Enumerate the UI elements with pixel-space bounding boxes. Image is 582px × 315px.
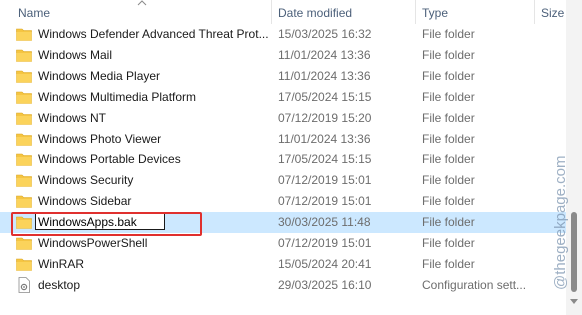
file-name: Windows NT (38, 110, 107, 125)
file-name: Windows Multimedia Platform (38, 89, 197, 104)
file-name: Windows Sidebar (38, 194, 132, 209)
file-row[interactable]: Windows Defender Advanced Threat Prot...… (0, 24, 566, 45)
file-date-modified: 11/01/2024 13:36 (278, 131, 371, 146)
file-row[interactable]: WindowsPowerShell 07/12/2019 15:01 File fo… (0, 233, 566, 254)
file-type: File folder (422, 47, 475, 62)
file-type: File folder (422, 89, 475, 104)
column-header-type[interactable]: Type (422, 6, 448, 20)
file-row[interactable]: Windows Multimedia Platform 17/05/2024 15… (0, 87, 566, 108)
file-date-modified: 11/01/2024 13:36 (278, 68, 371, 83)
file-type: File folder (422, 110, 475, 125)
file-date-modified: 15/05/2024 20:41 (278, 256, 372, 271)
file-name: WinRAR (38, 256, 85, 271)
file-name: Windows Media Player (38, 68, 161, 83)
folder-icon (16, 91, 32, 104)
folder-icon (16, 237, 32, 250)
watermark-text: @thegeekpage.com (552, 156, 569, 290)
sort-ascending-icon (137, 0, 147, 6)
file-row[interactable]: Windows Mail 11/01/2024 13:36 File folder (0, 45, 566, 66)
column-divider[interactable] (271, 0, 272, 24)
file-type: File folder (422, 236, 475, 250)
file-type: File folder (422, 68, 475, 83)
file-row[interactable]: Windows Portable Devices 17/05/2024 15:15… (0, 149, 566, 170)
file-date-modified: 17/05/2024 15:15 (278, 89, 372, 104)
folder-icon (16, 195, 32, 208)
file-type: File folder (422, 256, 475, 271)
scrollbar-thumb[interactable] (571, 212, 577, 292)
file-date-modified: 07/12/2019 15:20 (278, 110, 372, 125)
file-type: Configuration sett... (422, 277, 527, 292)
file-row[interactable]: Windows NT 07/12/2019 15:20 File folder (0, 108, 566, 129)
file-date-modified: 07/12/2019 15:01 (278, 236, 372, 250)
file-name: Windows Defender Advanced Threat Prot... (38, 27, 269, 41)
column-header-bar: Name Date modified Type Size (0, 0, 582, 25)
file-type: File folder (422, 194, 475, 209)
column-header-date-modified[interactable]: Date modified (278, 6, 352, 20)
watermark: @thegeekpage.com (552, 156, 569, 290)
file-date-modified: 11/01/2024 13:36 (278, 47, 371, 62)
file-row[interactable]: WinRAR 15/05/2024 20:41 File folder (0, 254, 566, 275)
file-date-modified: 15/03/2025 16:32 (278, 27, 372, 41)
file-name: Windows Security (38, 173, 134, 188)
file-row[interactable]: Windows Media Player 11/01/2024 13:36 File… (0, 66, 566, 87)
file-type: File folder (422, 152, 475, 167)
folder-icon (16, 70, 32, 83)
file-row[interactable]: Windows Photo Viewer 11/01/2024 13:36 File… (0, 129, 566, 150)
file-date-modified: 07/12/2019 15:01 (278, 194, 372, 209)
folder-icon (16, 133, 32, 146)
folder-icon (16, 258, 32, 271)
file-date-modified: 07/12/2019 15:01 (278, 173, 372, 188)
file-row[interactable]: Windows Security 07/12/2019 15:01 File fol… (0, 170, 566, 191)
file-type: File folder (422, 173, 475, 188)
column-divider[interactable] (415, 0, 416, 24)
file-type: File folder (422, 131, 475, 146)
file-name: Windows Photo Viewer (38, 131, 162, 146)
folder-icon (16, 49, 32, 62)
scroll-down-arrow-icon[interactable] (570, 299, 578, 304)
column-header-size[interactable]: Size (541, 6, 564, 20)
folder-icon (16, 112, 32, 125)
column-header-name[interactable]: Name (18, 6, 50, 20)
folder-icon (16, 174, 32, 188)
file-name: desktop (38, 277, 81, 292)
file-date-modified: 30/03/2025 11:48 (278, 215, 371, 230)
file-row[interactable]: Windows Sidebar 07/12/2019 15:01 File fold… (0, 191, 566, 212)
annotation-highlight-box (11, 212, 202, 236)
file-date-modified: 29/03/2025 16:10 (278, 277, 372, 292)
settings-file-icon (18, 276, 30, 293)
folder-icon (16, 28, 32, 41)
file-name: Windows Portable Devices (38, 152, 181, 167)
folder-icon (16, 154, 32, 167)
file-type: File folder (422, 27, 475, 41)
file-type: File folder (422, 215, 475, 230)
file-name: Windows Mail (38, 47, 113, 62)
file-date-modified: 17/05/2024 15:15 (278, 152, 372, 167)
column-divider[interactable] (534, 0, 535, 24)
file-row[interactable]: desktop 29/03/2025 16:10 Configuration set… (0, 275, 566, 296)
file-name: WindowsPowerShell (38, 236, 148, 250)
